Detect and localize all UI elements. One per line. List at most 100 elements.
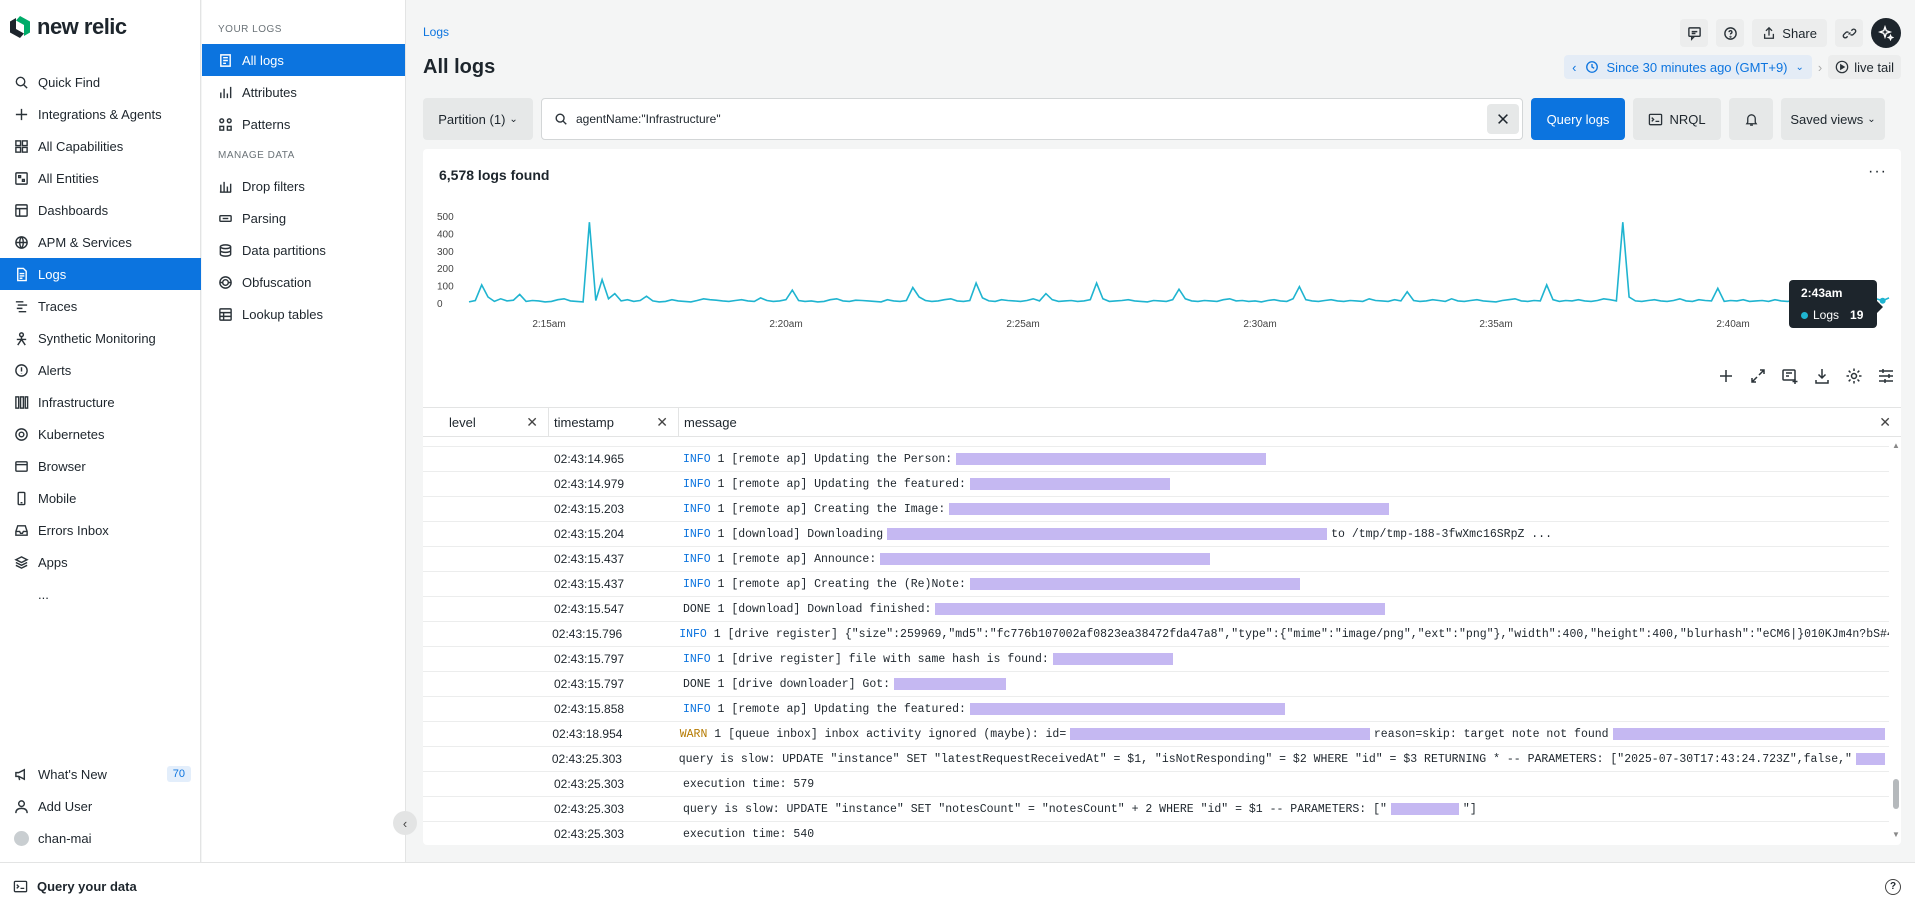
column-timestamp[interactable]: timestamp ✕ bbox=[549, 408, 679, 436]
ai-assistant-button[interactable] bbox=[1871, 18, 1901, 48]
x-tick-label: 2:30am bbox=[1243, 319, 1276, 330]
whats-new-button[interactable]: What's New 70 bbox=[0, 758, 201, 790]
nav-item-kubernetes[interactable]: Kubernetes bbox=[0, 418, 201, 450]
message-tail: to /tmp/tmp-188-3fwXmc16SRpZ ... bbox=[1331, 527, 1552, 541]
column-message[interactable]: message ✕ bbox=[679, 408, 1901, 436]
add-user-button[interactable]: Add User bbox=[0, 790, 201, 822]
nav-item-more[interactable]: ... bbox=[0, 578, 201, 610]
time-picker[interactable]: ‹ Since 30 minutes ago (GMT+9) ⌄ bbox=[1564, 55, 1812, 79]
share-button[interactable]: Share bbox=[1752, 19, 1827, 47]
new-relic-logo[interactable]: new relic bbox=[9, 14, 127, 40]
subnav-item-patterns[interactable]: Patterns bbox=[202, 108, 405, 140]
nav-item-synthetic-monitoring[interactable]: Synthetic Monitoring bbox=[0, 322, 201, 354]
clear-search-button[interactable] bbox=[1487, 104, 1519, 134]
live-tail-button[interactable]: live tail bbox=[1828, 55, 1901, 79]
close-icon[interactable]: ✕ bbox=[1879, 414, 1891, 431]
subnav-item-drop-filters[interactable]: Drop filters bbox=[202, 170, 405, 202]
nav-item-label: Mobile bbox=[38, 490, 77, 506]
table-row[interactable]: 02:43:15.797 INFO 1 [drive register] file… bbox=[423, 647, 1889, 672]
nav-item-infrastructure[interactable]: Infrastructure bbox=[0, 386, 201, 418]
remove-column-icon[interactable]: ✕ bbox=[656, 414, 668, 431]
nav-item-traces[interactable]: Traces bbox=[0, 290, 201, 322]
feedback-button[interactable] bbox=[1680, 19, 1709, 47]
table-row[interactable]: 02:43:15.547 DONE 1 [download] Download f… bbox=[423, 597, 1889, 622]
tooltip-value: 19 bbox=[1850, 308, 1864, 322]
columns-icon[interactable] bbox=[1877, 367, 1895, 385]
query-your-data-bar[interactable]: Query your data ? bbox=[0, 862, 1915, 910]
table-row[interactable]: 02:43:14.979 INFO 1 [remote ap] Updating … bbox=[423, 472, 1889, 497]
chevron-left-icon[interactable]: ‹ bbox=[1572, 60, 1576, 75]
table-row[interactable]: 02:43:15.437 INFO 1 [remote ap] Creating … bbox=[423, 572, 1889, 597]
message-text: 1 [remote ap] Creating the Image: bbox=[710, 502, 946, 516]
column-level[interactable]: level ✕ bbox=[423, 408, 549, 436]
nav-item-dashboards[interactable]: Dashboards bbox=[0, 194, 201, 226]
table-row[interactable]: 02:43:18.954 WARN 1 [queue inbox] inbox a… bbox=[423, 722, 1889, 747]
collapse-sidebar-button[interactable]: ‹ bbox=[393, 811, 417, 835]
table-row[interactable]: 02:43:25.303 query is slow: UPDATE "insta… bbox=[423, 797, 1889, 822]
dashboard-icon bbox=[13, 202, 29, 218]
table-row[interactable]: 02:43:15.796 INFO 1 [drive register] {"si… bbox=[423, 622, 1889, 647]
help-button[interactable] bbox=[1716, 19, 1745, 47]
nrql-button[interactable]: NRQL bbox=[1633, 98, 1721, 140]
attributes-icon bbox=[220, 86, 232, 98]
subnav-item-all-logs[interactable]: All logs bbox=[202, 44, 405, 76]
redacted-text bbox=[1855, 753, 1885, 765]
search-input[interactable] bbox=[576, 112, 1476, 126]
chevron-right-icon[interactable]: › bbox=[1818, 60, 1822, 75]
settings-icon[interactable] bbox=[1845, 367, 1863, 385]
table-scrollbar[interactable]: ▲ ▼ bbox=[1891, 439, 1901, 841]
nav-item-alerts[interactable]: Alerts bbox=[0, 354, 201, 386]
table-row[interactable]: 02:43:25.303 execution time: 579 bbox=[423, 772, 1889, 797]
download-icon[interactable] bbox=[1813, 367, 1831, 385]
message-text: 1 [drive register] file with same hash i… bbox=[710, 652, 1049, 666]
more-options-button[interactable]: ··· bbox=[1868, 163, 1887, 181]
nav-item-all-entities[interactable]: All Entities bbox=[0, 162, 201, 194]
nav-item-apps[interactable]: Apps bbox=[0, 546, 201, 578]
table-row[interactable]: 02:43:14.965 INFO 1 [remote ap] Updating … bbox=[423, 447, 1889, 472]
remove-column-icon[interactable]: ✕ bbox=[526, 414, 538, 431]
scroll-up-icon[interactable]: ▲ bbox=[1892, 441, 1900, 450]
scrollbar-thumb[interactable] bbox=[1893, 779, 1899, 809]
scroll-down-icon[interactable]: ▼ bbox=[1892, 830, 1900, 839]
create-alert-button[interactable] bbox=[1729, 98, 1773, 140]
help-icon bbox=[1723, 26, 1737, 40]
chat-icon bbox=[1687, 26, 1701, 41]
subnav-item-parsing[interactable]: Parsing bbox=[202, 202, 405, 234]
series-line-logs[interactable] bbox=[468, 222, 1890, 303]
subnav-item-attributes[interactable]: Attributes bbox=[202, 76, 405, 108]
nav-item-mobile[interactable]: Mobile bbox=[0, 482, 201, 514]
your-logs-heading: YOUR LOGS bbox=[218, 23, 282, 35]
nrql-label: NRQL bbox=[1669, 111, 1706, 127]
search-box bbox=[541, 98, 1523, 140]
timestamp-cell: 02:43:15.203 bbox=[554, 502, 625, 516]
copy-link-button[interactable] bbox=[1835, 19, 1863, 47]
nav-item-browser[interactable]: Browser bbox=[0, 450, 201, 482]
table-row[interactable]: 02:43:15.797 DONE 1 [drive downloader] Go… bbox=[423, 672, 1889, 697]
table-row[interactable]: 02:43:15.858 INFO 1 [remote ap] Updating … bbox=[423, 697, 1889, 722]
log-volume-chart[interactable]: 500 400 300 200 100 0 2:15am 2:20am 2:25am 2:30am… bbox=[423, 205, 1901, 355]
add-icon[interactable] bbox=[1717, 367, 1735, 385]
nav-item-logs[interactable]: Logs bbox=[0, 258, 201, 290]
table-row[interactable]: 02:43:25.303 query is slow: UPDATE "insta… bbox=[423, 747, 1889, 772]
table-row[interactable]: 02:43:15.203 INFO 1 [remote ap] Creating … bbox=[423, 497, 1889, 522]
nav-item-all-capabilities[interactable]: All Capabilities bbox=[0, 130, 201, 162]
add-to-dashboard-icon[interactable] bbox=[1781, 367, 1799, 385]
subnav-item-data-partitions[interactable]: Data partitions bbox=[202, 234, 405, 266]
nav-item-errors-inbox[interactable]: Errors Inbox bbox=[0, 514, 201, 546]
expand-icon[interactable] bbox=[1749, 367, 1767, 385]
nav-item-quick-find[interactable]: Quick Find bbox=[0, 66, 201, 98]
subnav-item-lookup-tables[interactable]: Lookup tables bbox=[202, 298, 405, 330]
breadcrumb[interactable]: Logs bbox=[423, 25, 449, 39]
nav-item-apm-services[interactable]: APM & Services bbox=[0, 226, 201, 258]
table-row[interactable]: 02:43:15.204 INFO 1 [download] Downloadin… bbox=[423, 522, 1889, 547]
partition-dropdown[interactable]: Partition (1) ⌄ bbox=[423, 98, 533, 140]
user-menu[interactable]: chan-mai bbox=[0, 822, 201, 854]
y-tick-label: 300 bbox=[437, 247, 454, 258]
subnav-item-obfuscation[interactable]: Obfuscation bbox=[202, 266, 405, 298]
query-logs-button[interactable]: Query logs bbox=[1531, 98, 1625, 140]
table-row[interactable]: 02:43:25.303 execution time: 540 bbox=[423, 822, 1889, 841]
help-icon[interactable]: ? bbox=[1885, 879, 1901, 895]
nav-item-integrations-agents[interactable]: Integrations & Agents bbox=[0, 98, 201, 130]
table-row[interactable]: 02:43:15.437 INFO 1 [remote ap] Announce: bbox=[423, 547, 1889, 572]
saved-views-dropdown[interactable]: Saved views ⌄ bbox=[1781, 98, 1885, 140]
